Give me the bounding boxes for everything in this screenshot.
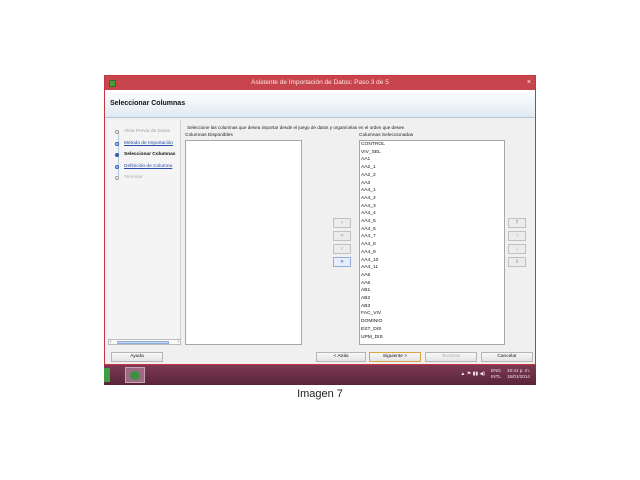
clock[interactable]: 10:41 p. m. 15/01/2014 [507,368,530,380]
step-dot-icon [115,164,119,169]
scroll-right-icon[interactable]: › [177,339,179,345]
list-item[interactable]: AA2_1 [360,164,504,172]
cancel-button[interactable]: Cancelar [481,352,533,362]
move-top-button[interactable]: ⇑ [508,218,526,228]
list-item[interactable]: AB1 [360,287,504,295]
step-label: Vista Previa de Datos [124,129,171,134]
move-up-button[interactable]: ↑ [508,231,526,241]
step-seleccionar-columnas: Seleccionar Columnas [108,149,180,161]
list-item[interactable]: AA5 [360,272,504,280]
list-item[interactable]: AA4_1 [360,187,504,195]
list-item[interactable]: DOMINIO [360,318,504,326]
list-item[interactable]: UPM_DIS [360,334,504,342]
available-columns-label: Columnas Disponibles [185,133,233,138]
list-item[interactable]: AA4_3 [360,203,504,211]
import-wizard-dialog: Asistente de Importación de Datos: Paso … [104,75,536,365]
list-item[interactable]: AA6 [360,280,504,288]
step-metodo-importacion[interactable]: Método de Importación [108,138,180,150]
language-indicator[interactable]: ENG INTL [491,368,501,380]
step-terminar: Terminar [108,172,180,184]
list-item[interactable]: VIV_SEL [360,149,504,157]
step-dot-icon [115,130,119,134]
back-button[interactable]: < Atrás [316,352,366,362]
list-item[interactable]: AA4_7 [360,233,504,241]
list-item[interactable]: AA4_10 [360,257,504,265]
sidebar-horizontal-scrollbar[interactable]: ‹ › [108,339,181,345]
remove-all-button[interactable]: « [333,257,351,267]
image-caption: Imagen 7 [297,388,343,400]
list-item[interactable]: AA1 [360,156,504,164]
list-item[interactable]: AB2 [360,295,504,303]
list-item[interactable]: AA2_2 [360,172,504,180]
step-label: Definición de Columna [124,163,173,169]
steps-sidebar: Vista Previa de Datos Método de Importac… [108,120,181,343]
list-item[interactable]: AA4_5 [360,218,504,226]
page-title: Seleccionar Columnas [110,100,186,107]
list-item[interactable]: AA4_9 [360,249,504,257]
wizard-body: Vista Previa de Datos Método de Importac… [105,118,535,356]
instructions-text: Seleccione las columnas que desea import… [187,125,406,130]
step-label: Terminar [124,175,143,180]
keyboard-layout: INTL [491,374,501,379]
list-item[interactable]: FAC_VIV [360,310,504,318]
selected-columns-list[interactable]: CONTROL VIV_SEL AA1 AA2_1 AA2_2 AA3 AA4_1 AA4_2… [359,140,505,345]
scroll-left-icon[interactable]: ‹ [110,339,112,345]
step-dot-icon [115,141,119,146]
list-item[interactable]: CONTROL [360,141,504,149]
list-item[interactable]: AA4_8 [360,241,504,249]
window-title: Asistente de Importación de Datos: Paso … [251,79,389,86]
move-bottom-button[interactable]: ⇓ [508,257,526,267]
step-vista-previa: Vista Previa de Datos [108,126,180,138]
taskbar-active-app-icon[interactable] [125,367,145,383]
step-label: Seleccionar Columnas [124,152,176,157]
tray-icons[interactable]: ▲ ⚑ ▮▮ ◀) [460,371,485,377]
selected-columns-label: Columnas Seleccionadas [359,133,414,138]
step-dot-icon [115,176,119,180]
list-item[interactable]: AA4_2 [360,195,504,203]
list-item[interactable]: AA4_11 [360,264,504,272]
move-down-button[interactable]: ↓ [508,244,526,254]
help-button[interactable]: Ayuda [111,352,163,362]
taskbar-app-icon[interactable] [104,368,110,382]
list-item[interactable]: AA4_4 [360,210,504,218]
screenshot-stage: Asistente de Importación de Datos: Paso … [0,0,640,480]
add-all-button[interactable]: » [333,231,351,241]
finish-button: Terminar [425,352,477,362]
add-one-button[interactable]: › [333,218,351,228]
scroll-thumb[interactable] [117,341,169,344]
title-bar: Asistente de Importación de Datos: Paso … [105,76,535,90]
remove-one-button[interactable]: ‹ [333,244,351,254]
list-item[interactable]: EST_DIS [360,326,504,334]
step-label: Método de Importación [124,140,174,146]
system-tray: ▲ ⚑ ▮▮ ◀) ENG INTL 10:41 p. m. 15/01/201… [460,368,530,380]
step-definicion-columna[interactable]: Definición de Columna [108,161,180,173]
clock-date: 15/01/2014 [507,374,530,379]
step-dot-icon [115,153,119,157]
play-icon [130,371,140,380]
available-columns-list[interactable] [185,140,302,345]
list-item[interactable]: AA3 [360,180,504,188]
taskbar: ▲ ⚑ ▮▮ ◀) ENG INTL 10:41 p. m. 15/01/201… [104,365,536,385]
list-item[interactable]: AB3 [360,303,504,311]
next-button[interactable]: Siguiente > [369,352,421,362]
list-item[interactable]: AA4_6 [360,226,504,234]
close-icon[interactable]: × [527,76,531,90]
wizard-header: Seleccionar Columnas [105,90,535,118]
